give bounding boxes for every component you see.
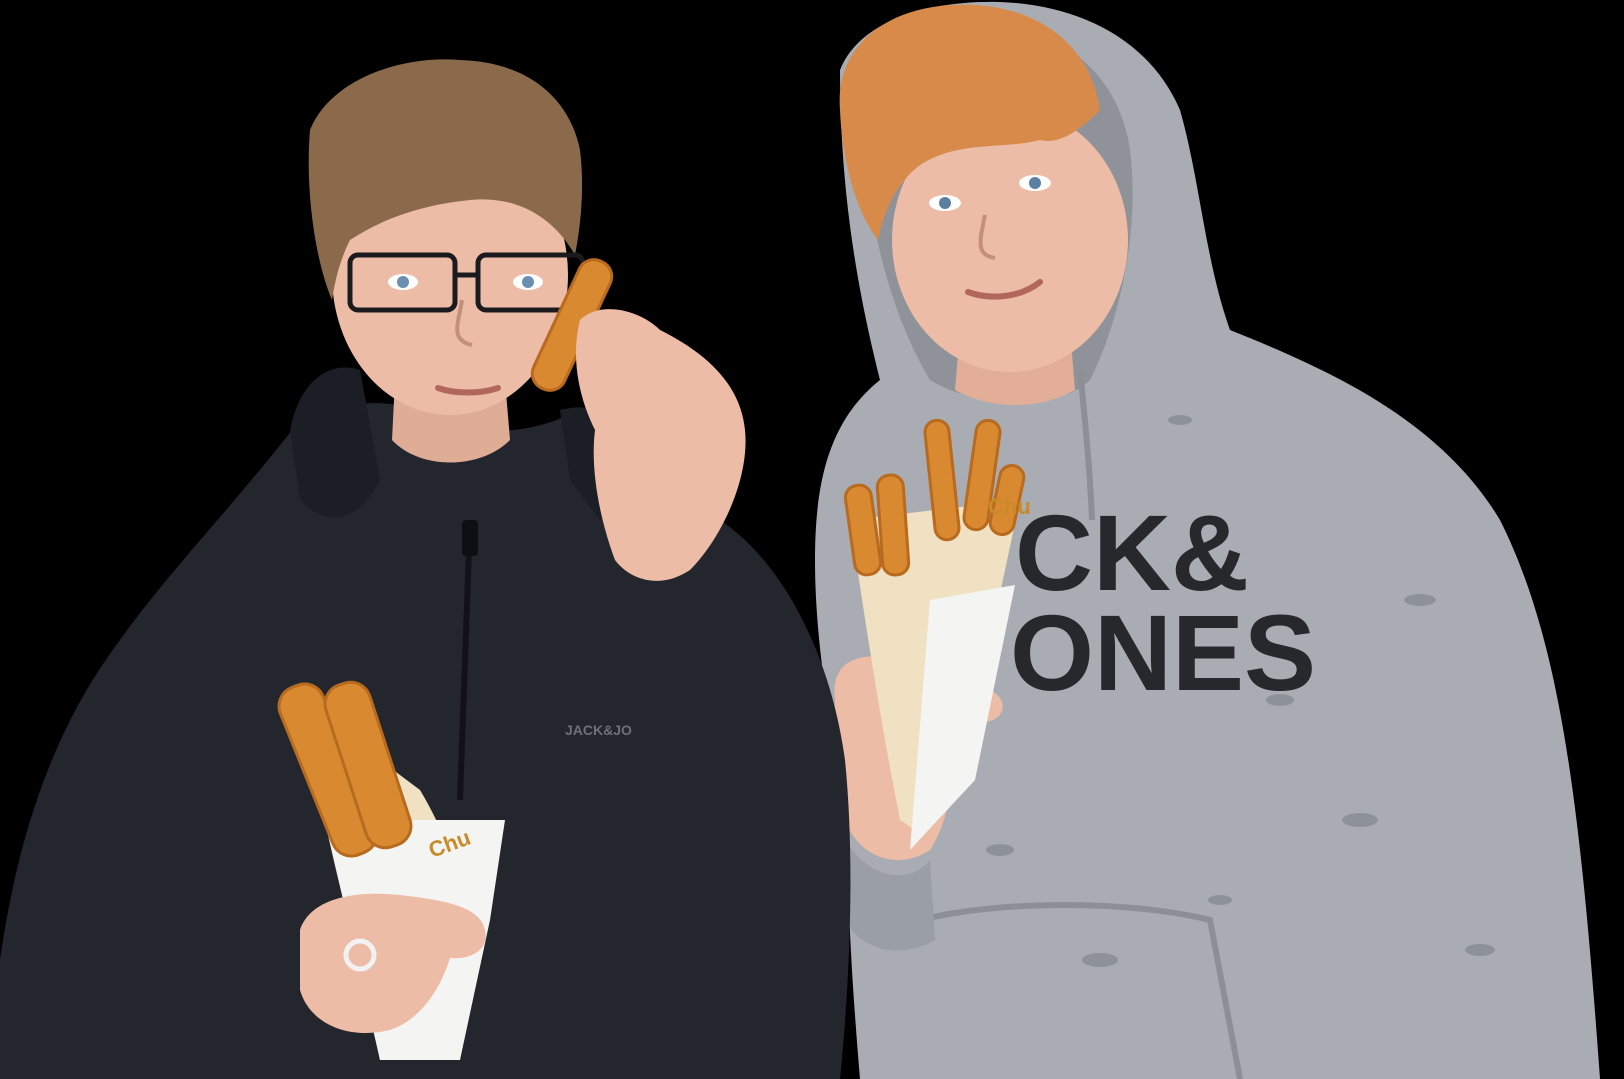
cone-brand-right: Chu [988, 494, 1031, 519]
jacket-logo: JACK&JO [565, 722, 632, 738]
hoodie-print-line2: ONES [1010, 592, 1316, 713]
photo-scene: CK& ONES Chu JACK&JO Chu [0, 0, 1624, 1079]
zipper-pull [462, 520, 478, 556]
